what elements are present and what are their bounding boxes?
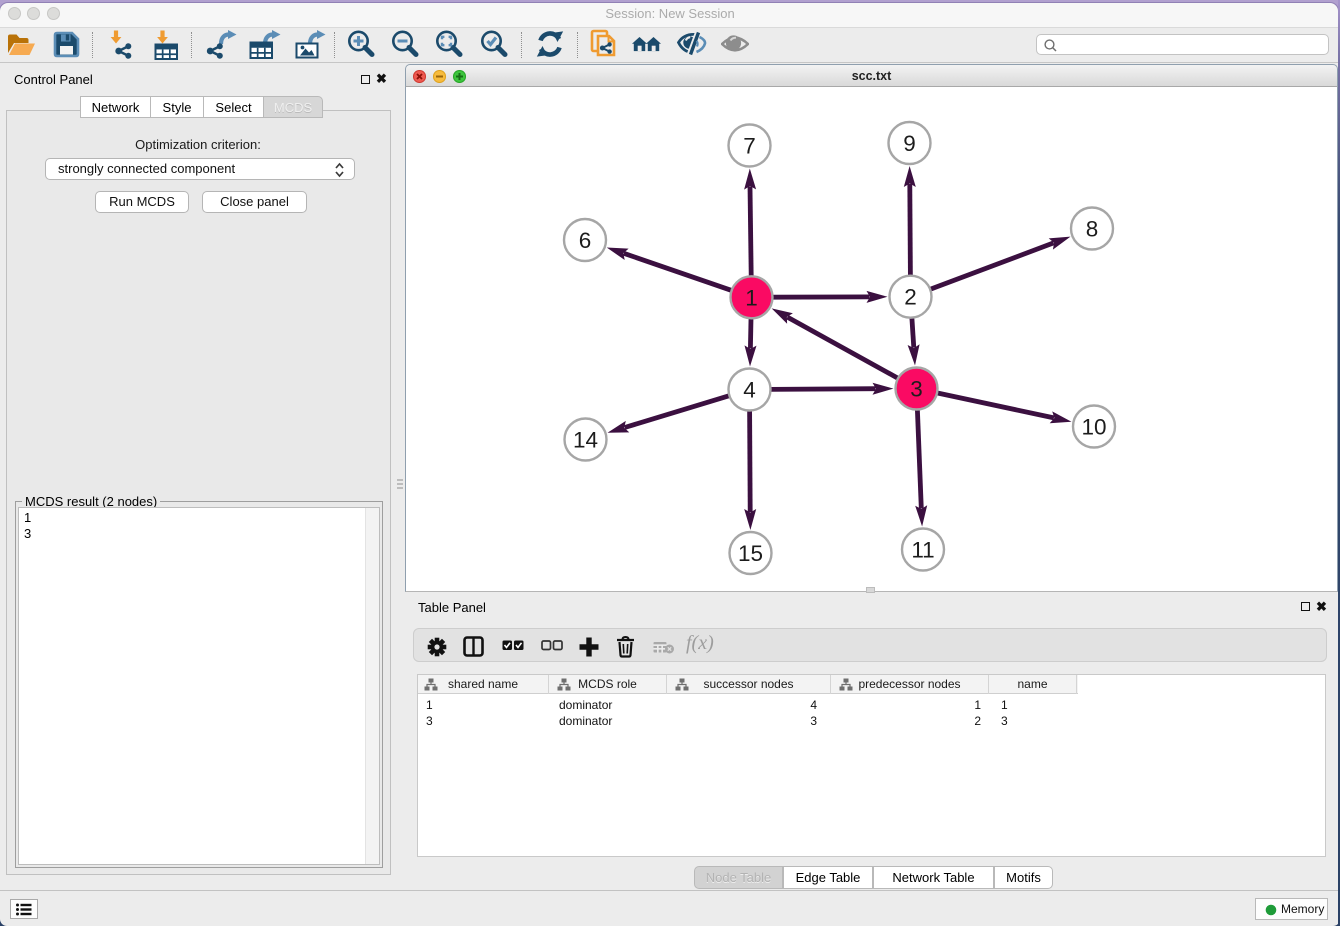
- svg-text:14: 14: [573, 428, 598, 453]
- svg-text:7: 7: [743, 134, 756, 159]
- svg-text:6: 6: [579, 228, 592, 253]
- svg-text:15: 15: [738, 541, 763, 566]
- svg-text:11: 11: [911, 538, 934, 563]
- svg-text:3: 3: [910, 377, 923, 402]
- svg-text:2: 2: [904, 285, 917, 310]
- svg-text:1: 1: [745, 285, 758, 310]
- svg-text:8: 8: [1086, 217, 1099, 242]
- svg-text:10: 10: [1081, 415, 1106, 440]
- svg-text:9: 9: [903, 131, 916, 156]
- svg-text:4: 4: [743, 378, 756, 403]
